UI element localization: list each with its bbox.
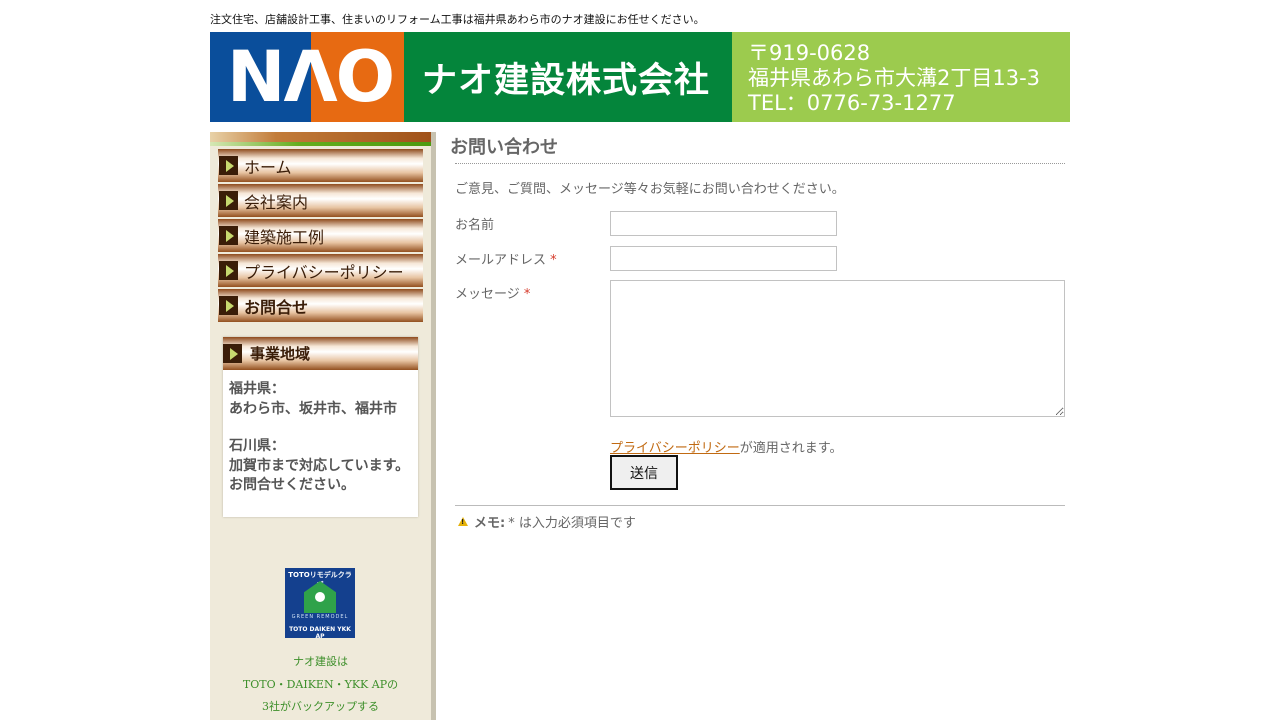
company-name-text: ナオ建設株式会社 [422, 60, 711, 101]
header-banner[interactable]: NΛO ナオ建設株式会社 〒919-0628 福井県あわら市大溝2丁目13-3 … [210, 32, 1070, 122]
memo-divider [455, 505, 1065, 506]
address-line: 福井県あわら市大溝2丁目13-3 [748, 66, 1041, 90]
nav-item-privacy[interactable]: プライバシーポリシー [218, 254, 423, 287]
required-mark: * [523, 287, 531, 302]
service-area-line: 加賀市まで対応しています。 [229, 458, 410, 474]
nav-item-contact[interactable]: お問合せ [218, 289, 423, 322]
message-textarea[interactable] [610, 280, 1065, 417]
nav-item-works[interactable]: 建築施工例 [218, 219, 423, 252]
site-tagline: 注文住宅、店舗設計工事、住まいのリフォーム工事は福井県あわら市のナオ建設にお任せ… [210, 13, 705, 26]
intro-text: ご意見、ご質問、メッセージ等々お気軽にお問い合わせください。 [455, 182, 845, 197]
nav-label: お問合せ [244, 297, 309, 317]
company-address: 〒919-0628 福井県あわら市大溝2丁目13-3 TEL：0776-73-1… [732, 32, 1070, 122]
submit-button[interactable]: 送信 [610, 455, 678, 490]
service-area-line: あわら市、坂井市、福井市 [229, 401, 397, 417]
nav-label: プライバシーポリシー [244, 262, 404, 282]
sidebar: ホーム 会社案内 建築施工例 プライバシーポリシー お問合せ 事業地域 福井県：… [210, 132, 436, 720]
memo-text: * は入力必須項目です [508, 516, 636, 531]
person-icon [315, 592, 325, 602]
name-label-text: お名前 [455, 218, 495, 233]
nav-label: 建築施工例 [244, 227, 325, 247]
sponsor-text: 3社がバックアップする [262, 700, 379, 713]
sidebar-top-bar [210, 132, 431, 142]
badge-brands: TOTO DAIKEN YKK AP [289, 626, 351, 640]
phone-number: TEL：0776-73-1277 [748, 91, 956, 115]
service-area-line: 福井県： [229, 381, 285, 397]
arrow-right-icon [219, 226, 238, 245]
privacy-policy-link[interactable]: プライバシーポリシー [610, 441, 740, 456]
sponsor-text: TOTO・DAIKEN・YKK APの [242, 678, 399, 691]
postal-code: 〒919-0628 [748, 41, 871, 65]
nav-item-home[interactable]: ホーム [218, 149, 423, 182]
memo-label: メモ: [474, 516, 506, 531]
badge-subtitle: GREEN REMODEL [291, 614, 349, 620]
sponsor-text: ナオ建設は [293, 655, 348, 668]
title-divider [455, 163, 1065, 164]
company-name: ナオ建設株式会社 [404, 32, 732, 122]
company-logo: NΛO [226, 36, 395, 118]
service-area-title: 事業地域 [250, 345, 311, 363]
arrow-right-icon [219, 191, 238, 210]
privacy-notice: プライバシーポリシーが適用されます。 [610, 437, 842, 456]
message-label: メッセージ * [455, 283, 530, 302]
toto-remodel-club-badge[interactable]: TOTOリモデルクラブ GREEN REMODEL TOTO DAIKEN YK… [285, 568, 355, 640]
nav-item-company[interactable]: 会社案内 [218, 184, 423, 217]
service-area-line: 石川県： [229, 438, 285, 454]
privacy-notice-suffix: が適用されます。 [739, 441, 843, 456]
service-area-line: お問合せください。 [229, 477, 355, 493]
arrow-right-icon [219, 296, 238, 315]
nav-label: ホーム [244, 157, 292, 177]
name-input[interactable] [610, 211, 837, 236]
email-input[interactable] [610, 246, 837, 271]
email-label-text: メールアドレス [455, 253, 547, 268]
email-label: メールアドレス * [455, 249, 557, 268]
name-label: お名前 [455, 214, 494, 233]
page-title: お問い合わせ [450, 137, 558, 158]
arrow-right-icon [219, 261, 238, 280]
message-label-text: メッセージ [455, 287, 520, 302]
arrow-right-icon [223, 344, 242, 363]
warning-icon [458, 517, 468, 526]
service-area-box: 事業地域 福井県： あわら市、坂井市、福井市 石川県： 加賀市まで対応しています… [223, 337, 418, 517]
required-mark: * [550, 253, 557, 268]
service-area-header: 事業地域 [223, 337, 418, 370]
required-memo: メモ: * は入力必須項目です [458, 512, 636, 531]
arrow-right-icon [219, 156, 238, 175]
sidebar-green-bar [210, 142, 431, 146]
nav-label: 会社案内 [244, 192, 309, 212]
